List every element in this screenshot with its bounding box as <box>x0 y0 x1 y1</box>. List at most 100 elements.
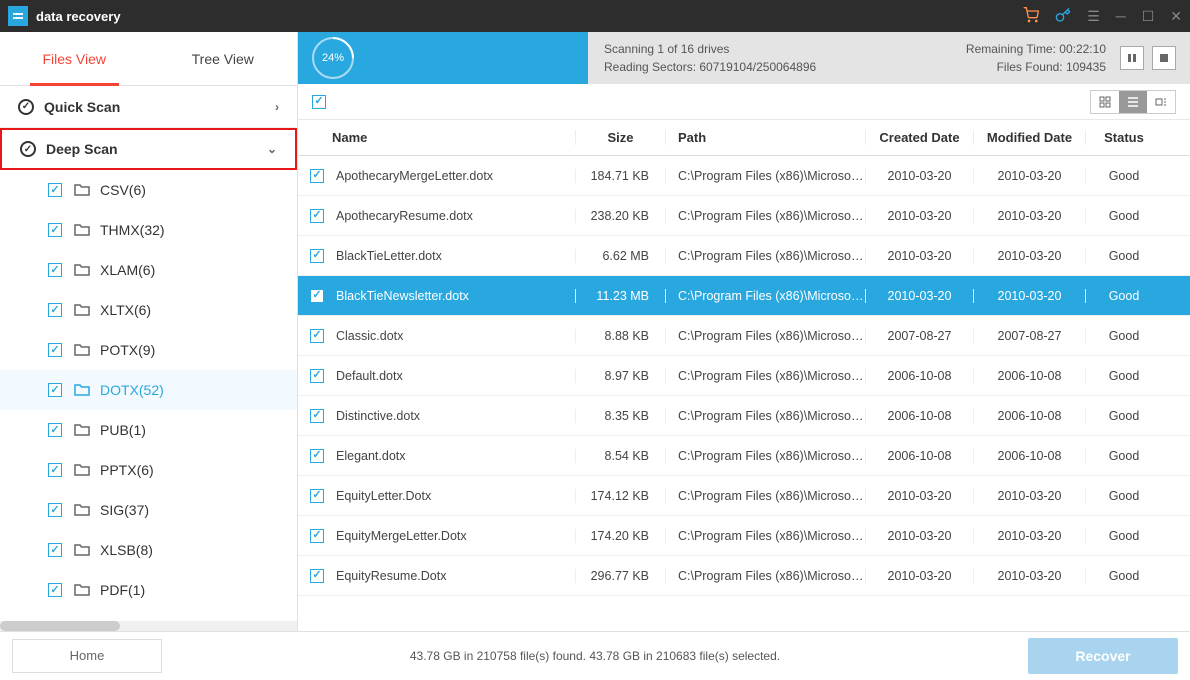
deep-scan-row[interactable]: Deep Scan ⌄ <box>0 128 297 170</box>
file-status: Good <box>1086 249 1162 263</box>
row-checkbox[interactable] <box>310 369 324 383</box>
row-checkbox[interactable] <box>310 329 324 343</box>
col-header-name[interactable]: Name <box>298 130 576 145</box>
table-row[interactable]: ApothecaryMergeLetter.dotx184.71 KBC:\Pr… <box>298 156 1190 196</box>
file-name: BlackTieLetter.dotx <box>336 249 442 263</box>
filetype-row[interactable]: XLSB(8) <box>0 530 297 570</box>
file-size: 238.20 KB <box>576 209 666 223</box>
table-row[interactable]: ApothecaryResume.dotx238.20 KBC:\Program… <box>298 196 1190 236</box>
row-checkbox[interactable] <box>310 209 324 223</box>
file-modified: 2010-03-20 <box>974 529 1086 543</box>
file-modified: 2010-03-20 <box>974 209 1086 223</box>
home-button[interactable]: Home <box>12 639 162 673</box>
grid-view-button[interactable] <box>1091 91 1119 113</box>
file-status: Good <box>1086 409 1162 423</box>
filetype-checkbox[interactable] <box>48 503 62 517</box>
filetype-row[interactable]: SIG(37) <box>0 490 297 530</box>
row-checkbox[interactable] <box>310 569 324 583</box>
close-icon[interactable]: ✕ <box>1170 8 1182 25</box>
filetype-checkbox[interactable] <box>48 343 62 357</box>
quick-scan-label: Quick Scan <box>44 99 120 115</box>
table-row[interactable]: Classic.dotx8.88 KBC:\Program Files (x86… <box>298 316 1190 356</box>
filetype-label: PUB(1) <box>100 422 146 438</box>
filetype-row[interactable]: POTX(9) <box>0 330 297 370</box>
row-checkbox[interactable] <box>310 529 324 543</box>
filetype-checkbox[interactable] <box>48 463 62 477</box>
filetype-checkbox[interactable] <box>48 423 62 437</box>
row-checkbox[interactable] <box>310 409 324 423</box>
key-icon[interactable] <box>1055 7 1071 26</box>
filetype-row[interactable]: DOTX(52) <box>0 370 297 410</box>
file-size: 174.20 KB <box>576 529 666 543</box>
file-name: EquityLetter.Dotx <box>336 489 431 503</box>
folder-icon <box>74 182 90 199</box>
file-size: 184.71 KB <box>576 169 666 183</box>
cart-icon[interactable] <box>1023 7 1039 26</box>
filetype-checkbox[interactable] <box>48 223 62 237</box>
table-row[interactable]: BlackTieLetter.dotx6.62 MBC:\Program Fil… <box>298 236 1190 276</box>
folder-icon <box>74 302 90 319</box>
filetype-checkbox[interactable] <box>48 303 62 317</box>
filetype-checkbox[interactable] <box>48 543 62 557</box>
list-view-button[interactable] <box>1119 91 1147 113</box>
recover-button[interactable]: Recover <box>1028 638 1178 674</box>
filetype-label: POTX(9) <box>100 342 155 358</box>
filetype-checkbox[interactable] <box>48 583 62 597</box>
tab-tree-view[interactable]: Tree View <box>149 32 298 85</box>
row-checkbox[interactable] <box>310 169 324 183</box>
folder-icon <box>74 582 90 599</box>
table-row[interactable]: Default.dotx8.97 KBC:\Program Files (x86… <box>298 356 1190 396</box>
file-name: EquityMergeLetter.Dotx <box>336 529 467 543</box>
col-header-created[interactable]: Created Date <box>866 130 974 145</box>
menu-icon[interactable]: ☰ <box>1087 8 1100 25</box>
table-row[interactable]: EquityResume.Dotx296.77 KBC:\Program Fil… <box>298 556 1190 596</box>
minimize-icon[interactable]: ─ <box>1116 8 1126 24</box>
row-checkbox[interactable] <box>310 489 324 503</box>
file-path: C:\Program Files (x86)\Microsoft ... <box>666 329 866 343</box>
filetype-checkbox[interactable] <box>48 383 62 397</box>
table-row[interactable]: BlackTieNewsletter.dotx11.23 MBC:\Progra… <box>298 276 1190 316</box>
maximize-icon[interactable]: ☐ <box>1142 8 1155 25</box>
filetype-checkbox[interactable] <box>48 263 62 277</box>
file-name: ApothecaryMergeLetter.dotx <box>336 169 493 183</box>
col-header-path[interactable]: Path <box>666 130 866 145</box>
filetype-row[interactable]: THMX(32) <box>0 210 297 250</box>
table-row[interactable]: Distinctive.dotx8.35 KBC:\Program Files … <box>298 396 1190 436</box>
horizontal-scrollbar[interactable] <box>0 621 297 631</box>
pause-button[interactable] <box>1120 46 1144 70</box>
filetype-row[interactable]: XLAM(6) <box>0 250 297 290</box>
filetype-label: PPTX(6) <box>100 462 154 478</box>
quick-scan-row[interactable]: Quick Scan › <box>0 86 297 128</box>
tab-files-view[interactable]: Files View <box>0 32 149 85</box>
table-header: Name Size Path Created Date Modified Dat… <box>298 120 1190 156</box>
file-status: Good <box>1086 329 1162 343</box>
row-checkbox[interactable] <box>310 289 324 303</box>
table-row[interactable]: EquityLetter.Dotx174.12 KBC:\Program Fil… <box>298 476 1190 516</box>
col-header-status[interactable]: Status <box>1086 130 1162 145</box>
row-checkbox[interactable] <box>310 449 324 463</box>
file-path: C:\Program Files (x86)\Microsoft ... <box>666 569 866 583</box>
file-created: 2006-10-08 <box>866 449 974 463</box>
file-path: C:\Program Files (x86)\Microsoft ... <box>666 209 866 223</box>
file-status: Good <box>1086 209 1162 223</box>
folder-icon <box>74 422 90 439</box>
table-row[interactable]: EquityMergeLetter.Dotx174.20 KBC:\Progra… <box>298 516 1190 556</box>
table-row[interactable]: Elegant.dotx8.54 KBC:\Program Files (x86… <box>298 436 1190 476</box>
filetype-row[interactable]: PUB(1) <box>0 410 297 450</box>
file-created: 2006-10-08 <box>866 369 974 383</box>
row-checkbox[interactable] <box>310 249 324 263</box>
file-status: Good <box>1086 489 1162 503</box>
col-header-modified[interactable]: Modified Date <box>974 130 1086 145</box>
filetype-row[interactable]: PPTX(6) <box>0 450 297 490</box>
select-all-checkbox[interactable] <box>312 95 326 109</box>
filetype-row[interactable]: XLTX(6) <box>0 290 297 330</box>
scan-controls <box>1120 46 1190 70</box>
filetype-row[interactable]: CSV(6) <box>0 170 297 210</box>
file-size: 8.88 KB <box>576 329 666 343</box>
filetype-row[interactable]: PDF(1) <box>0 570 297 610</box>
sidebar-tabs: Files View Tree View <box>0 32 297 86</box>
detail-view-button[interactable] <box>1147 91 1175 113</box>
stop-button[interactable] <box>1152 46 1176 70</box>
col-header-size[interactable]: Size <box>576 130 666 145</box>
filetype-checkbox[interactable] <box>48 183 62 197</box>
